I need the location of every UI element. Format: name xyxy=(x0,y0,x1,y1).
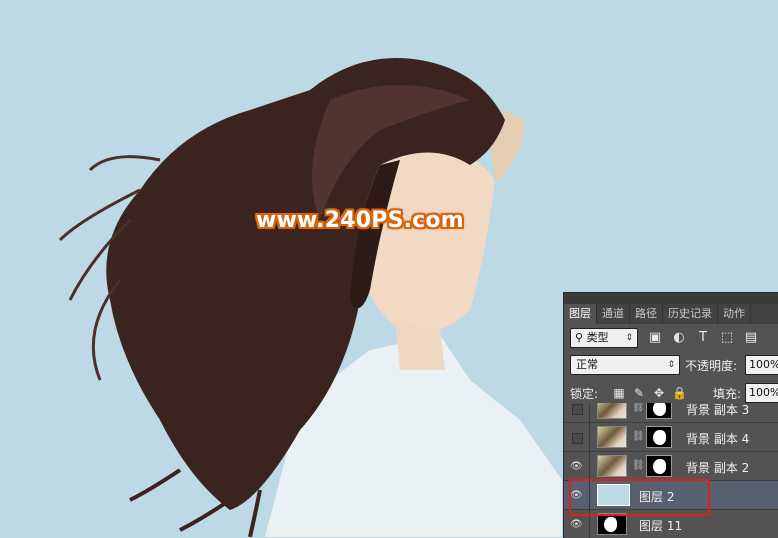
panel-tabs: 图层 通道 路径 历史记录 动作 xyxy=(564,304,778,324)
tab-history[interactable]: 历史记录 xyxy=(663,304,718,324)
lock-row: 锁定: ▦ ✎ ✥ 🔒 填充: 100% xyxy=(568,383,778,405)
layer-thumbnail xyxy=(597,513,627,535)
layer-thumbnail xyxy=(597,426,627,448)
layer-filter-select[interactable]: ⚲ 类型 ⇕ xyxy=(570,328,638,348)
blend-row: 正常 ⇕ 不透明度: 100% xyxy=(568,355,778,377)
layer-name: 背景 副本 2 xyxy=(686,461,750,475)
mask-shape xyxy=(653,430,666,445)
blend-mode-select[interactable]: 正常 ⇕ xyxy=(570,355,680,375)
layer-thumbnail xyxy=(597,455,627,477)
layer-name: 图层 11 xyxy=(639,519,683,533)
layer-thumbnail xyxy=(597,403,627,419)
divider xyxy=(589,423,590,452)
lock-all-icon[interactable]: 🔒 xyxy=(672,385,687,401)
filter-icons: ▣ ◐ T ⬚ ▤ xyxy=(646,329,760,347)
image-filter-icon[interactable]: ▣ xyxy=(646,329,664,347)
link-icon[interactable]: ⛓ xyxy=(632,460,645,471)
lock-icons: ▦ ✎ ✥ 🔒 xyxy=(612,385,687,401)
visibility-toggle[interactable] xyxy=(572,404,583,415)
filter-row: ⚲ 类型 ⇕ ▣ ◐ T ⬚ ▤ xyxy=(568,328,778,350)
layer-name: 背景 副本 3 xyxy=(686,403,750,417)
highlight-box xyxy=(569,479,710,516)
mask-shape xyxy=(653,459,666,474)
adjustment-filter-icon[interactable]: ◐ xyxy=(670,329,688,347)
tab-actions[interactable]: 动作 xyxy=(718,304,751,324)
layer-mask-thumbnail[interactable] xyxy=(646,403,672,419)
eye-icon[interactable]: 👁 xyxy=(570,461,583,473)
divider xyxy=(589,403,590,423)
layer-mask-thumbnail[interactable] xyxy=(646,455,672,477)
fill-input[interactable]: 100% xyxy=(745,383,778,403)
watermark-text: www.240PS.com xyxy=(256,208,464,233)
tab-paths[interactable]: 路径 xyxy=(630,304,663,324)
fill-label: 填充: xyxy=(713,387,742,401)
layer-row[interactable]: ⛓ 背景 副本 4 xyxy=(564,422,778,452)
lock-move-icon[interactable]: ✥ xyxy=(652,385,666,401)
link-icon[interactable]: ⛓ xyxy=(632,431,645,442)
opacity-label: 不透明度: xyxy=(685,359,738,373)
tab-channels[interactable]: 通道 xyxy=(597,304,630,324)
chevron-updown-icon: ⇕ xyxy=(625,333,633,343)
lock-transparent-icon[interactable]: ▦ xyxy=(612,385,626,401)
layer-mask-thumbnail[interactable] xyxy=(646,426,672,448)
search-icon: ⚲ xyxy=(575,331,584,344)
mask-shape xyxy=(604,517,617,532)
eye-icon[interactable]: 👁 xyxy=(570,519,583,531)
filter-label: 类型 xyxy=(586,331,609,344)
type-filter-icon[interactable]: T xyxy=(694,329,712,347)
layers-list: ⛓ 背景 副本 3 ⛓ 背景 副本 4 👁 ⛓ 背景 副本 2 👁 图层 2 👁… xyxy=(564,403,778,538)
layer-row[interactable]: ⛓ 背景 副本 3 xyxy=(564,403,778,423)
divider xyxy=(589,452,590,481)
blend-mode-value: 正常 xyxy=(576,358,598,371)
mask-shape xyxy=(653,403,666,416)
smart-object-filter-icon[interactable]: ▤ xyxy=(742,329,760,347)
lock-label: 锁定: xyxy=(570,387,599,401)
visibility-toggle[interactable] xyxy=(572,433,583,444)
opacity-input[interactable]: 100% xyxy=(745,355,778,375)
lock-brush-icon[interactable]: ✎ xyxy=(632,385,646,401)
chevron-updown-icon: ⇕ xyxy=(667,360,675,370)
panel-title-strip xyxy=(564,293,778,304)
layer-row[interactable]: 👁 ⛓ 背景 副本 2 xyxy=(564,451,778,481)
link-icon[interactable]: ⛓ xyxy=(632,403,645,413)
layer-name: 背景 副本 4 xyxy=(686,432,750,446)
tab-layers[interactable]: 图层 xyxy=(564,304,597,324)
shape-filter-icon[interactable]: ⬚ xyxy=(718,329,736,347)
